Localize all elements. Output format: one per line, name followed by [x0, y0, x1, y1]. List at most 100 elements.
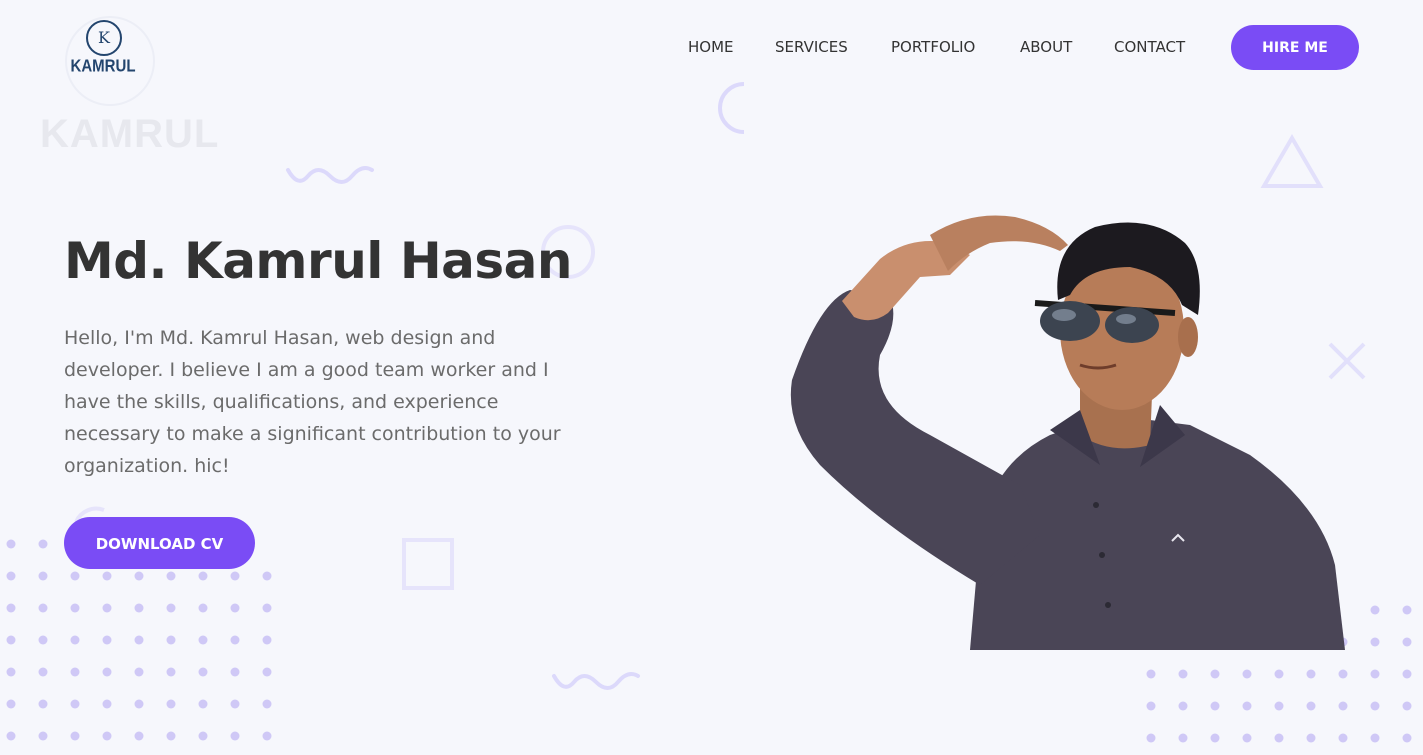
decor-dot — [230, 635, 240, 645]
decor-dot — [6, 635, 16, 645]
decor-dot — [1338, 733, 1348, 743]
decor-dot — [262, 635, 272, 645]
decor-dot — [70, 699, 80, 709]
decor-dot — [6, 699, 16, 709]
hero-page: K KAMRUL KAMRUL HOME SERVICES PORTFOLIO … — [0, 0, 1423, 755]
circle-arc-shape — [718, 82, 745, 134]
decor-dot — [166, 603, 176, 613]
decor-dot — [1242, 701, 1252, 711]
decor-dot — [1402, 669, 1412, 679]
person-portrait — [790, 215, 1345, 650]
decor-dot — [1146, 701, 1156, 711]
nav-services[interactable]: SERVICES — [775, 38, 848, 56]
decor-dot — [166, 699, 176, 709]
decor-dot — [1178, 733, 1188, 743]
decor-dot — [6, 571, 16, 581]
decor-dot — [198, 635, 208, 645]
decor-dot — [166, 667, 176, 677]
decor-dot — [198, 603, 208, 613]
logo-letter: K — [86, 20, 122, 56]
decor-dot — [1370, 733, 1380, 743]
decor-dot — [70, 635, 80, 645]
decor-dot — [1210, 701, 1220, 711]
decor-dot — [1338, 701, 1348, 711]
decor-dot — [134, 635, 144, 645]
decor-dot — [1402, 701, 1412, 711]
decor-dot — [1146, 733, 1156, 743]
nav-about[interactable]: ABOUT — [1020, 38, 1072, 56]
nav-home[interactable]: HOME — [688, 38, 734, 56]
download-cv-button[interactable]: DOWNLOAD CV — [64, 517, 255, 569]
decor-dot — [230, 667, 240, 677]
decor-dot — [134, 571, 144, 581]
decor-dot — [1274, 669, 1284, 679]
triangle-shape — [1260, 134, 1324, 188]
decor-dot — [1370, 669, 1380, 679]
decor-dot — [198, 571, 208, 581]
decor-dot — [1370, 637, 1380, 647]
wave-shape — [552, 672, 640, 690]
decor-dot — [1338, 669, 1348, 679]
decor-dot — [262, 603, 272, 613]
decor-dot — [70, 667, 80, 677]
decor-dot — [1146, 669, 1156, 679]
decor-dot — [70, 731, 80, 741]
decor-dot — [1274, 701, 1284, 711]
decor-dot — [1210, 733, 1220, 743]
decor-dot — [134, 667, 144, 677]
decor-dot — [1242, 733, 1252, 743]
decor-dot — [1402, 637, 1412, 647]
decor-dot — [1242, 669, 1252, 679]
decor-dot — [38, 699, 48, 709]
decor-dot — [1402, 605, 1412, 615]
decor-dot — [1370, 605, 1380, 615]
decor-dot — [102, 603, 112, 613]
decor-dot — [1210, 669, 1220, 679]
decor-dot — [6, 539, 16, 549]
decor-dot — [262, 667, 272, 677]
decor-dot — [262, 731, 272, 741]
decor-dot — [102, 571, 112, 581]
decor-dot — [166, 731, 176, 741]
square-shape — [402, 538, 454, 590]
decor-dot — [134, 603, 144, 613]
decor-dot — [166, 635, 176, 645]
decor-dot — [262, 699, 272, 709]
decor-dot — [6, 603, 16, 613]
decor-dot — [230, 699, 240, 709]
wave-shape — [286, 166, 374, 184]
hire-me-button[interactable]: HIRE ME — [1231, 25, 1359, 70]
decor-dot — [262, 571, 272, 581]
decor-dot — [134, 699, 144, 709]
decor-dot — [1178, 701, 1188, 711]
decor-dot — [38, 731, 48, 741]
decor-dot — [198, 731, 208, 741]
decor-dot — [102, 699, 112, 709]
decor-dot — [198, 667, 208, 677]
decor-dot — [38, 539, 48, 549]
decor-dot — [230, 571, 240, 581]
logo-name: KAMRUL — [70, 56, 136, 77]
hero-intro: Hello, I'm Md. Kamrul Hasan, web design … — [64, 327, 561, 477]
decor-dot — [1306, 669, 1316, 679]
hero-title: Md. Kamrul Hasan — [64, 232, 573, 290]
decor-dot — [70, 603, 80, 613]
decor-dot — [230, 603, 240, 613]
decor-dot — [134, 731, 144, 741]
decor-dot — [1306, 701, 1316, 711]
decor-dot — [1178, 669, 1188, 679]
decor-dot — [1306, 733, 1316, 743]
decor-dot — [1274, 733, 1284, 743]
decor-dot — [6, 731, 16, 741]
decor-dot — [102, 667, 112, 677]
decor-dot — [1402, 733, 1412, 743]
decor-dot — [38, 667, 48, 677]
decor-dot — [38, 603, 48, 613]
decor-dot — [102, 731, 112, 741]
decor-dot — [102, 635, 112, 645]
decor-dot — [1370, 701, 1380, 711]
nav-portfolio[interactable]: PORTFOLIO — [891, 38, 975, 56]
logo-watermark: KAMRUL — [40, 112, 220, 156]
nav-contact[interactable]: CONTACT — [1114, 38, 1185, 56]
decor-dot — [38, 635, 48, 645]
